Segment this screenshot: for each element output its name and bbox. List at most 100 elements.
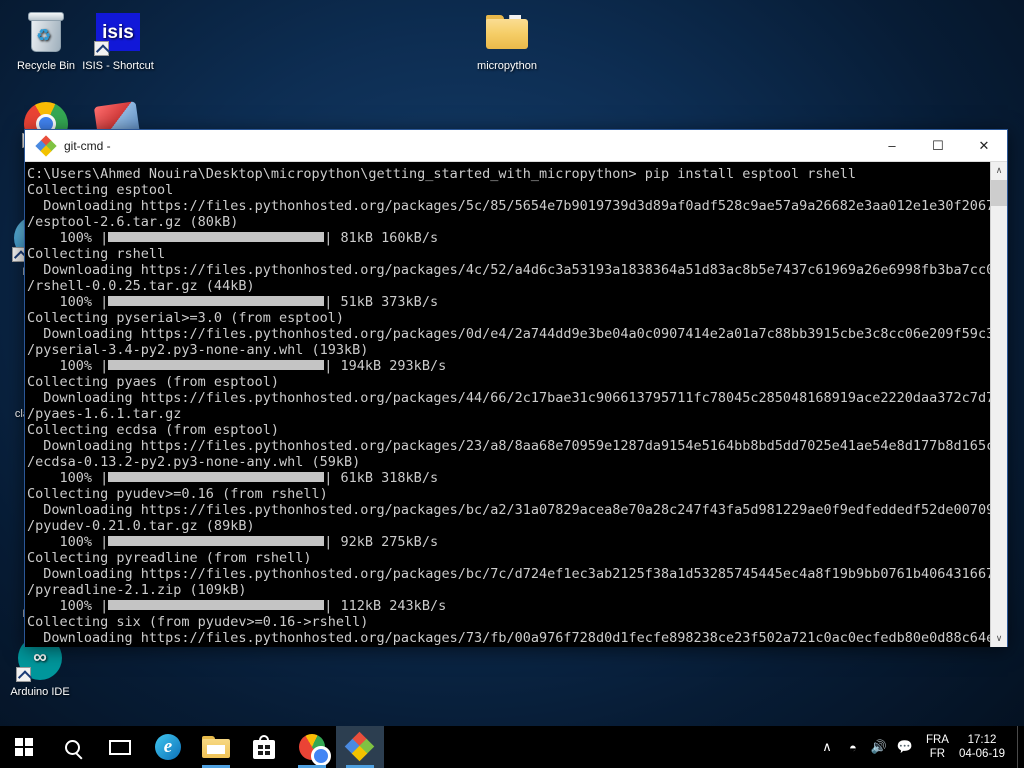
speaker-icon[interactable]: 🔊 — [866, 739, 892, 755]
system-tray[interactable]: ∧ ◓ 🔊 💬 FRA FR 17:12 04-06-19 — [814, 726, 1024, 768]
console-progress-line: 100% | | 194kB 293kB/s — [27, 358, 990, 374]
task-view-button[interactable] — [96, 726, 144, 768]
progress-stats: | 194kB 293kB/s — [324, 358, 447, 374]
console-line: Collecting esptool — [27, 182, 174, 198]
chrome-button[interactable] — [288, 726, 336, 768]
scrollbar-thumb[interactable] — [991, 180, 1007, 206]
tray-chevron-icon[interactable]: ∧ — [814, 739, 840, 755]
notification-icon[interactable]: 💬 — [892, 739, 918, 755]
console-line: /esptool-2.6.tar.gz (80kB) — [27, 214, 239, 230]
console-line: Collecting rshell — [27, 246, 166, 262]
console-line: Collecting pyudev>=0.16 (from rshell) — [27, 486, 328, 502]
progress-bar-fill — [108, 600, 325, 610]
console-line: /pyudev-0.21.0.tar.gz (89kB) — [27, 518, 255, 534]
progress-stats: | 61kB 318kB/s — [324, 470, 439, 486]
desktop-icon-isis-shortcut[interactable]: isis ISIS - Shortcut — [76, 8, 160, 73]
maximize-button[interactable]: ☐ — [915, 130, 961, 161]
wifi-icon[interactable]: ◓ — [840, 740, 866, 755]
console-line: Downloading https://files.pythonhosted.o… — [27, 326, 990, 342]
desktop-icon-label: micropython — [477, 60, 537, 72]
shortcut-arrow-icon — [16, 667, 31, 682]
console-line: /rshell-0.0.25.tar.gz (44kB) — [27, 278, 255, 294]
window-title: git-cmd - — [64, 138, 111, 153]
show-desktop-button[interactable] — [1017, 726, 1024, 768]
console-line: Downloading https://files.pythonhosted.o… — [27, 198, 990, 214]
git-cmd-window[interactable]: git-cmd - – ☐ ✕ C:\Users\Ahmed Nouira\De… — [24, 129, 1008, 647]
scroll-down-arrow-icon[interactable]: ∨ — [991, 630, 1007, 647]
progress-bar-fill — [108, 296, 325, 306]
console-line: /pyserial-3.4-py2.py3-none-any.whl (193k… — [27, 342, 369, 358]
scroll-up-arrow-icon[interactable]: ∧ — [991, 162, 1007, 179]
progress-stats: | 51kB 373kB/s — [324, 294, 439, 310]
progress-percent: 100% | — [27, 294, 109, 310]
console-line: Downloading https://files.pythonhosted.o… — [27, 630, 990, 646]
console-line: Downloading https://files.pythonhosted.o… — [27, 566, 990, 582]
git-diamond-icon — [35, 134, 57, 157]
console-line: C:\Users\Ahmed Nouira\Desktop\micropytho… — [27, 166, 857, 182]
console-line: Collecting pyserial>=3.0 (from esptool) — [27, 310, 344, 326]
file-explorer-button[interactable] — [192, 726, 240, 768]
console-line: /pyreadline-2.1.zip (109kB) — [27, 582, 247, 598]
folder-icon — [483, 8, 531, 56]
console-progress-line: 100% | | 92kB 275kB/s — [27, 534, 990, 550]
progress-percent: 100% | — [27, 598, 109, 614]
close-button[interactable]: ✕ — [961, 130, 1007, 161]
window-title-bar[interactable]: git-cmd - – ☐ ✕ — [25, 130, 1007, 162]
console-progress-line: 100% | | 61kB 318kB/s — [27, 470, 990, 486]
clock-date: 04-06-19 — [958, 748, 1005, 760]
console-line: Downloading https://files.pythonhosted.o… — [27, 438, 990, 454]
isis-icon: isis — [94, 8, 142, 56]
console-line: /pyaes-1.6.1.tar.gz — [27, 406, 182, 422]
console-progress-line: 100% | | 81kB 160kB/s — [27, 230, 990, 246]
progress-bar-fill — [108, 536, 325, 546]
microsoft-store-button[interactable] — [240, 726, 288, 768]
search-icon — [64, 739, 80, 755]
progress-percent: 100% | — [27, 470, 109, 486]
windows-logo-icon — [15, 738, 33, 756]
progress-stats: | 92kB 275kB/s — [324, 534, 439, 550]
progress-percent: 100% | — [27, 358, 109, 374]
clock-time: 17:12 — [967, 734, 997, 746]
edge-button[interactable]: e — [144, 726, 192, 768]
console-line: /ecdsa-0.13.2-py2.py3-none-any.whl (59kB… — [27, 454, 361, 470]
clock[interactable]: 17:12 04-06-19 — [959, 733, 1005, 761]
recycle-bin-icon: ♻ — [22, 8, 70, 56]
progress-bar-fill — [108, 232, 325, 242]
folder-icon — [202, 736, 230, 758]
start-button[interactable] — [0, 726, 48, 768]
progress-stats: | 81kB 160kB/s — [324, 230, 439, 246]
search-button[interactable] — [48, 726, 96, 768]
progress-percent: 100% | — [27, 534, 109, 550]
console-progress-line: 100% | | 112kB 243kB/s — [27, 598, 990, 614]
language-line-1: FRA — [925, 734, 949, 746]
desktop-icon-label: Arduino IDE — [10, 686, 70, 698]
desktop-icon-label: ISIS - Shortcut — [82, 60, 154, 72]
console-line: Downloading https://files.pythonhosted.o… — [27, 502, 990, 518]
console-area[interactable]: C:\Users\Ahmed Nouira\Desktop\micropytho… — [25, 162, 1007, 647]
git-diamond-icon — [344, 731, 375, 762]
console-scrollbar[interactable]: ∧ ∨ — [990, 162, 1007, 647]
console-line: Collecting pyreadline (from rshell) — [27, 550, 312, 566]
console-line: Downloading https://files.pythonhosted.o… — [27, 390, 990, 406]
progress-bar-fill — [108, 360, 325, 370]
console-progress-line: 100% | | 51kB 373kB/s — [27, 294, 990, 310]
edge-icon: e — [155, 734, 181, 760]
shortcut-arrow-icon — [94, 41, 109, 56]
console-output[interactable]: C:\Users\Ahmed Nouira\Desktop\micropytho… — [25, 162, 990, 647]
language-indicator[interactable]: FRA FR — [926, 733, 949, 761]
progress-percent: 100% | — [27, 230, 109, 246]
minimize-button[interactable]: – — [869, 130, 915, 161]
store-icon — [253, 735, 275, 759]
desktop-icon-micropython[interactable]: micropython — [465, 8, 549, 73]
task-view-icon — [109, 739, 131, 755]
progress-stats: | 112kB 243kB/s — [324, 598, 447, 614]
console-line: Collecting ecdsa (from esptool) — [27, 422, 279, 438]
language-line-2: FR — [929, 748, 946, 760]
console-line: Collecting pyaes (from esptool) — [27, 374, 279, 390]
console-line: Collecting six (from pyudev>=0.16->rshel… — [27, 614, 369, 630]
progress-bar-fill — [108, 472, 325, 482]
chrome-icon — [299, 734, 331, 766]
taskbar[interactable]: e ∧ ◓ 🔊 💬 FRA FR 17:12 04-06-19 — [0, 726, 1024, 768]
git-cmd-button[interactable] — [336, 726, 384, 768]
desktop: ♻ Recycle Bin isis ISIS - Shortcut micro… — [0, 0, 1024, 768]
